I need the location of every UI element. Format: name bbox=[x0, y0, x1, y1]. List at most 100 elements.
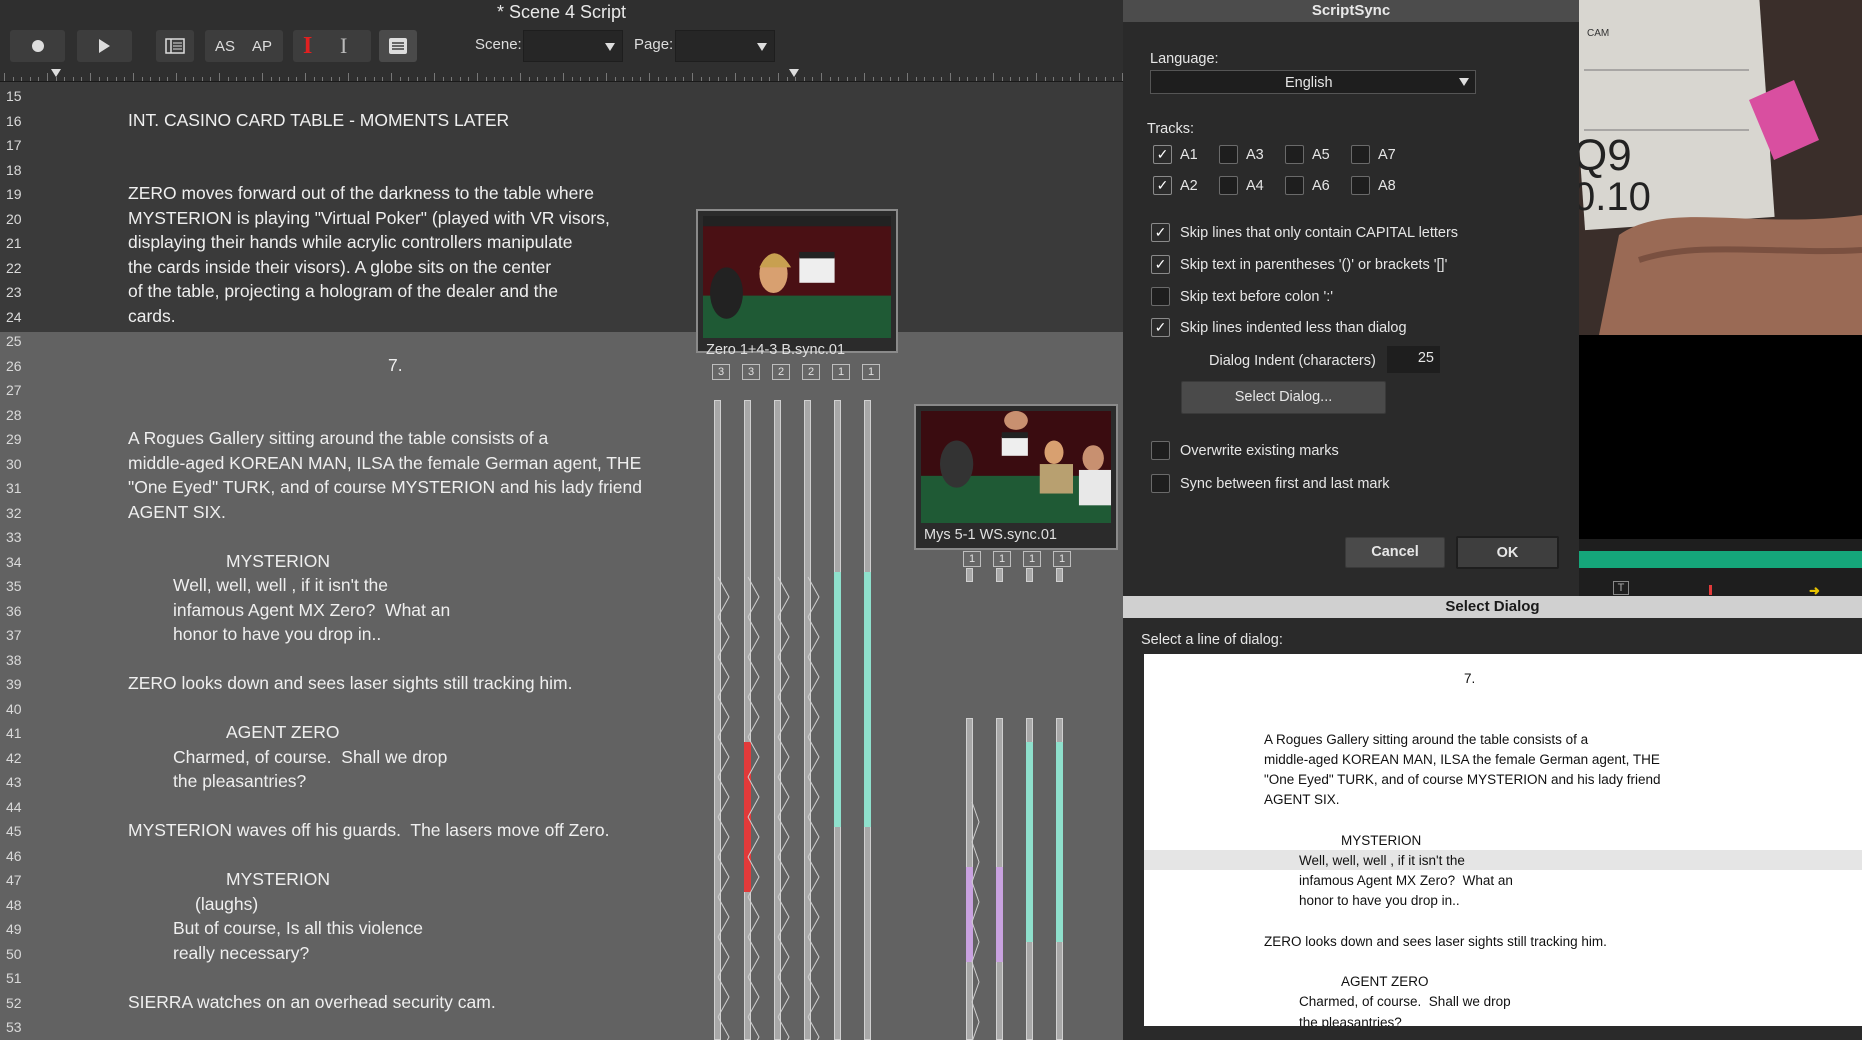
track-count-chip[interactable]: 2 bbox=[802, 364, 820, 380]
dialog-list-item[interactable] bbox=[1144, 951, 1862, 971]
option-checkbox[interactable]: ✓ bbox=[1151, 318, 1170, 337]
insertion-tool-icon[interactable]: I bbox=[303, 33, 312, 60]
playhead-icon[interactable] bbox=[1709, 585, 1712, 595]
track-count-chip[interactable]: 1 bbox=[1023, 551, 1041, 567]
dialog-list-item[interactable]: middle-aged KOREAN MAN, ILSA the female … bbox=[1144, 749, 1862, 769]
tab-stop-marker[interactable] bbox=[789, 69, 799, 77]
sync-track-line[interactable] bbox=[714, 400, 721, 1040]
sync-track-line[interactable] bbox=[804, 400, 811, 1040]
script-line[interactable]: 52 SIERRA watches on an overhead security… bbox=[0, 989, 1123, 1014]
page-select[interactable] bbox=[675, 30, 775, 62]
sync-mark-purple[interactable] bbox=[996, 867, 1003, 962]
timeline-track[interactable] bbox=[1579, 551, 1862, 568]
track-checkbox-a3[interactable] bbox=[1219, 145, 1238, 164]
script-line[interactable]: 27 bbox=[0, 376, 1123, 401]
script-line[interactable]: 23 of the table, projecting a hologram of… bbox=[0, 278, 1123, 303]
sync-mark-red[interactable] bbox=[744, 742, 751, 892]
script-line[interactable]: 26 7. bbox=[0, 352, 1123, 377]
script-line[interactable]: 46 bbox=[0, 842, 1123, 867]
script-line[interactable]: 50 really necessary? bbox=[0, 940, 1123, 965]
dialog-list-item[interactable]: infamous Agent MX Zero? What an bbox=[1144, 870, 1862, 890]
sync-track-line[interactable] bbox=[774, 400, 781, 1040]
track-checkbox-a4[interactable] bbox=[1219, 176, 1238, 195]
dialog-list-item[interactable]: 7. bbox=[1144, 668, 1862, 688]
script-line[interactable]: 34 MYSTERION bbox=[0, 548, 1123, 573]
dialog-list-item[interactable]: ZERO looks down and sees laser sights st… bbox=[1144, 931, 1862, 951]
script-line[interactable]: 22 the cards inside their visors). A glob… bbox=[0, 254, 1123, 279]
tab-stop-marker[interactable] bbox=[51, 69, 61, 77]
track-checkbox-a7[interactable] bbox=[1351, 145, 1370, 164]
track-count-chip[interactable]: 1 bbox=[862, 364, 880, 380]
dialog-list-item[interactable]: "One Eyed" TURK, and of course MYSTERION… bbox=[1144, 769, 1862, 789]
script-line[interactable]: 20 MYSTERION is playing "Virtual Poker" (… bbox=[0, 205, 1123, 230]
ruler[interactable] bbox=[0, 66, 1123, 82]
sync-track-line[interactable] bbox=[966, 568, 973, 582]
script-line[interactable]: 44 bbox=[0, 793, 1123, 818]
script-line[interactable]: 15 bbox=[0, 82, 1123, 107]
dialog-list-item[interactable]: AGENT ZERO bbox=[1144, 971, 1862, 991]
script-line[interactable]: 53 bbox=[0, 1013, 1123, 1038]
language-select[interactable]: English bbox=[1150, 70, 1476, 94]
script-line[interactable]: 35 Well, well, well , if it isn't the bbox=[0, 572, 1123, 597]
script-line[interactable]: 36 infamous Agent MX Zero? What an bbox=[0, 597, 1123, 622]
option-checkbox[interactable]: ✓ bbox=[1151, 223, 1170, 242]
sync-clip[interactable]: Mys 5-1 WS.sync.01 bbox=[914, 404, 1118, 550]
sync-track-line[interactable] bbox=[1056, 568, 1063, 582]
dialog-list-item[interactable] bbox=[1144, 654, 1862, 668]
option-checkbox[interactable]: ✓ bbox=[1151, 255, 1170, 274]
sync-track-line[interactable] bbox=[1026, 568, 1033, 582]
script-line[interactable]: 40 bbox=[0, 695, 1123, 720]
list-button[interactable] bbox=[379, 30, 417, 62]
record-button[interactable] bbox=[10, 30, 65, 62]
track-count-chip[interactable]: 1 bbox=[832, 364, 850, 380]
cancel-button[interactable]: Cancel bbox=[1345, 537, 1445, 568]
script-line[interactable]: 43 the pleasantries? bbox=[0, 768, 1123, 793]
scene-select[interactable] bbox=[523, 30, 623, 62]
ok-button[interactable]: OK bbox=[1456, 536, 1559, 569]
script-line[interactable]: 45 MYSTERION waves off his guards. The la… bbox=[0, 817, 1123, 842]
dialog-list-item[interactable]: honor to have you drop in.. bbox=[1144, 890, 1862, 910]
dialog-list-item[interactable]: MYSTERION bbox=[1144, 830, 1862, 850]
script-line[interactable]: 37 honor to have you drop in.. bbox=[0, 621, 1123, 646]
script-line[interactable]: 42 Charmed, of course. Shall we drop bbox=[0, 744, 1123, 769]
play-button[interactable] bbox=[77, 30, 132, 62]
track-count-chip[interactable]: 2 bbox=[772, 364, 790, 380]
sync-mark-teal[interactable] bbox=[1026, 742, 1033, 942]
as-button[interactable]: AS bbox=[215, 38, 235, 55]
sync-mark-teal[interactable] bbox=[834, 572, 841, 827]
sync-track-line[interactable] bbox=[744, 400, 751, 1040]
track-checkbox-a1[interactable]: ✓ bbox=[1153, 145, 1172, 164]
dialog-list-item[interactable] bbox=[1144, 709, 1862, 729]
track-count-chip[interactable]: 3 bbox=[742, 364, 760, 380]
dialog-list-item[interactable] bbox=[1144, 810, 1862, 830]
script-line[interactable]: 41 AGENT ZERO bbox=[0, 719, 1123, 744]
track-count-chip[interactable]: 3 bbox=[712, 364, 730, 380]
script-line[interactable]: 47 MYSTERION bbox=[0, 866, 1123, 891]
sync-track-line[interactable] bbox=[996, 568, 1003, 582]
split-tool-icon[interactable]: I bbox=[340, 33, 347, 59]
script-line[interactable]: 49 But of course, Is all this violence bbox=[0, 915, 1123, 940]
track-count-chip[interactable]: 1 bbox=[963, 551, 981, 567]
dialog-list-item[interactable] bbox=[1144, 911, 1862, 931]
script-line[interactable]: 16 INT. CASINO CARD TABLE - MOMENTS LATER bbox=[0, 107, 1123, 132]
track-checkbox-a5[interactable] bbox=[1285, 145, 1304, 164]
script-line[interactable]: 19 ZERO moves forward out of the darkness… bbox=[0, 180, 1123, 205]
ap-button[interactable]: AP bbox=[252, 38, 272, 55]
sync-mark-purple[interactable] bbox=[966, 867, 973, 962]
dialog-list-item[interactable] bbox=[1144, 688, 1862, 708]
sync-mark-teal[interactable] bbox=[864, 572, 871, 827]
dialog-line-list[interactable]: 7. A Rogues Gallery sitting around the ta… bbox=[1144, 654, 1862, 1026]
dialog-list-item[interactable]: Charmed, of course. Shall we drop bbox=[1144, 991, 1862, 1011]
script-line[interactable]: 21 displaying their hands while acrylic c… bbox=[0, 229, 1123, 254]
dialog-list-item[interactable]: the pleasantries? bbox=[1144, 1012, 1862, 1026]
sync-clip[interactable]: Zero 1+4-3 B.sync.01 bbox=[696, 209, 898, 358]
select-dialog-button[interactable]: Select Dialog... bbox=[1181, 381, 1386, 414]
overwrite-checkbox[interactable] bbox=[1151, 441, 1170, 460]
timeline-marker-icon[interactable]: T bbox=[1613, 581, 1629, 595]
dialog-list-item[interactable]: Well, well, well , if it isn't the bbox=[1144, 850, 1862, 870]
track-checkbox-a8[interactable] bbox=[1351, 176, 1370, 195]
script-line[interactable]: 39 ZERO looks down and sees laser sights … bbox=[0, 670, 1123, 695]
script-line[interactable]: 51 bbox=[0, 964, 1123, 989]
script-line[interactable]: 38 bbox=[0, 646, 1123, 671]
script-line[interactable]: 17 bbox=[0, 131, 1123, 156]
